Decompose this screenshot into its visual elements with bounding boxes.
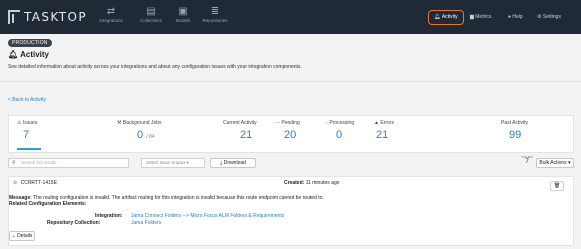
help-icon: ● xyxy=(508,14,512,20)
chevron-down-icon: ▾ xyxy=(186,160,189,165)
top-navbar: TASKTOP ⇄ Integrations ▤ Collections ▣ M… xyxy=(0,0,581,34)
search-input[interactable]: ⚲ Search list results xyxy=(8,158,129,168)
page-title: 🔔︎ Activity xyxy=(8,50,49,59)
stat-processing-value[interactable]: 0 xyxy=(336,129,342,141)
chevron-down-icon: ▾ xyxy=(568,160,571,166)
details-toggle-button[interactable]: ⌄ Details xyxy=(9,231,35,241)
stat-current-activity-value[interactable]: 21 xyxy=(240,129,252,141)
repository-collection-label: Repository Collection: xyxy=(47,220,101,226)
integration-label: Integration: xyxy=(95,213,123,219)
stat-processing[interactable]: ◌ Processing xyxy=(325,120,354,127)
search-icon: ⚲ xyxy=(12,160,16,166)
help-nav-button[interactable]: ● Help xyxy=(508,12,523,22)
brand-name: TASKTOP xyxy=(24,10,87,24)
stat-pending[interactable]: ··· Pending xyxy=(275,120,300,127)
page-description: See detailed information about activity … xyxy=(8,64,302,70)
metrics-nav-button[interactable]: ▆ Metrics xyxy=(470,12,491,22)
issues-count: ISSUES 7 xyxy=(521,155,533,166)
active-tab-underline xyxy=(17,148,41,150)
warning-icon: ⚠ xyxy=(17,120,22,126)
issue-id: ⊘ CCRRTT-1415E xyxy=(13,180,57,186)
stat-background-jobs[interactable]: ⚒ Background Jobs xyxy=(117,120,162,127)
stat-errors[interactable]: ▲ Errors xyxy=(374,120,394,127)
integrations-icon: ⇄ xyxy=(106,6,116,17)
ellipsis-icon: ··· xyxy=(275,120,280,126)
stat-current-activity[interactable]: Current Activity xyxy=(223,120,257,127)
issue-card: ⊘ CCRRTT-1415E Created: 11 minutes ago 🗑… xyxy=(8,176,574,246)
spinner-icon: ◌ xyxy=(325,120,328,126)
download-button[interactable]: ⤓ Download xyxy=(210,158,256,168)
back-to-activity-link[interactable]: < Back to Activity xyxy=(8,97,46,104)
repository-collection-link[interactable]: Jama Folders xyxy=(131,220,161,227)
stat-issues-tab[interactable]: ⚠ Issues xyxy=(17,120,37,127)
activity-nav-button[interactable]: 🔔︎ Activity xyxy=(428,10,464,25)
download-icon: ⤓ xyxy=(220,160,223,166)
error-icon: ▲ xyxy=(374,120,379,126)
delete-issue-button[interactable]: 🗑︎ xyxy=(550,181,564,191)
environment-badge: PRODUCTION xyxy=(8,39,52,47)
divider xyxy=(0,81,581,82)
nav-integrations[interactable]: ⇄ Integrations xyxy=(91,6,131,25)
integration-link[interactable]: Jama Connect Folders --> Micro Focus ALM… xyxy=(131,213,284,220)
stat-errors-value[interactable]: 21 xyxy=(376,129,388,141)
gear-icon: ⚙ xyxy=(537,14,542,20)
repositories-icon: ≣ xyxy=(210,6,220,17)
stat-background-jobs-value[interactable]: 0 / 84 xyxy=(137,129,155,143)
stat-issues-value[interactable]: 7 xyxy=(23,129,29,141)
trash-icon: 🗑︎ xyxy=(553,183,561,189)
tasktop-logo-mark xyxy=(8,10,20,24)
nav-repositories[interactable]: ≣ Repositories xyxy=(195,6,235,25)
chevron-down-icon: ⌄ xyxy=(11,233,16,239)
issues-toolbar: ⚲ Search list results Select Issue Impac… xyxy=(0,155,581,170)
related-elements-heading: Related Configuration Elements: xyxy=(9,201,87,207)
activity-stats-panel: ⚠ Issues 7 ⚒ Background Jobs 0 / 84 Curr… xyxy=(8,115,574,153)
stat-pending-value[interactable]: 20 xyxy=(284,129,296,141)
metrics-icon: ▆ xyxy=(470,14,474,20)
bulk-actions-button[interactable]: Bulk Actions ▾ xyxy=(536,158,574,168)
stat-past-activity-value[interactable]: 99 xyxy=(509,129,521,141)
jobs-icon: ⚒ xyxy=(117,120,122,126)
bell-icon: 🔔︎ xyxy=(434,14,441,20)
issue-impact-select[interactable]: Select Issue Impact ▾ xyxy=(141,158,205,168)
stat-past-activity[interactable]: Past Activity xyxy=(501,120,528,127)
settings-nav-button[interactable]: ⚙ Settings xyxy=(537,12,561,22)
issue-created: Created: 11 minutes ago xyxy=(284,180,340,186)
bell-icon: 🔔︎ xyxy=(8,50,19,59)
error-circle-icon: ⊘ xyxy=(13,180,18,186)
